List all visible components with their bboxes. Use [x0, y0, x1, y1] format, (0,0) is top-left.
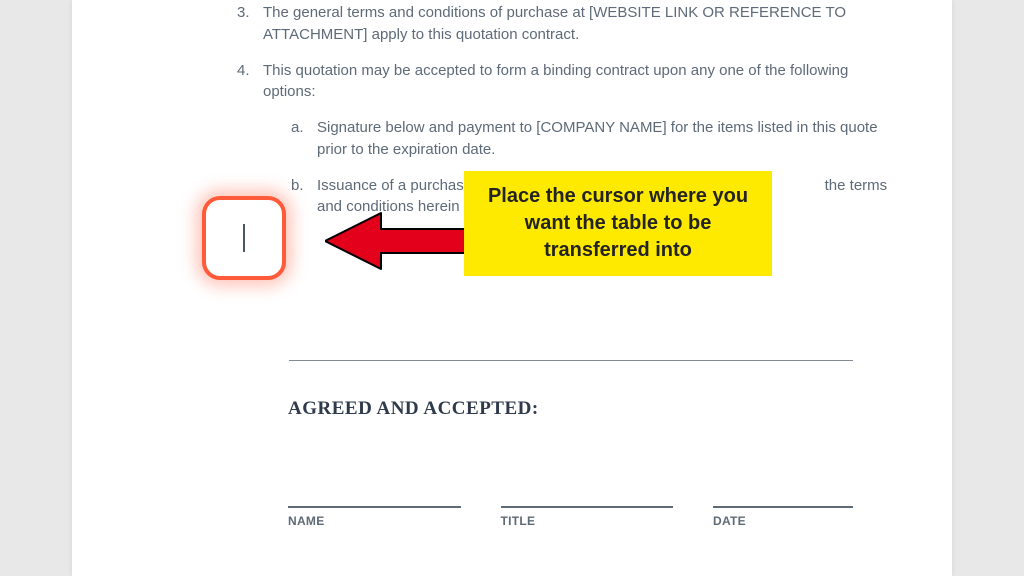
signature-label: DATE	[713, 514, 853, 528]
signature-date-field[interactable]: DATE	[713, 506, 853, 528]
agreed-heading: AGREED AND ACCEPTED:	[288, 398, 853, 420]
text-cursor-icon	[243, 224, 245, 252]
document-page[interactable]: 3. The general terms and conditions of p…	[72, 0, 952, 576]
list-item-4-text: This quotation may be accepted to form a…	[263, 62, 848, 101]
list-text: The general terms and conditions of purc…	[263, 2, 892, 46]
list-marker: 3.	[237, 2, 263, 46]
sub-marker: a.	[291, 117, 317, 161]
callout-text: Place the cursor where you want the tabl…	[488, 185, 748, 261]
signature-label: NAME	[288, 514, 461, 528]
instruction-callout: Place the cursor where you want the tabl…	[464, 171, 772, 276]
signature-line	[713, 506, 853, 508]
signature-label: TITLE	[501, 514, 674, 528]
cursor-highlight-box[interactable]	[202, 196, 286, 280]
signature-line	[288, 506, 461, 508]
agreed-section: AGREED AND ACCEPTED: NAME TITLE DATE	[288, 398, 853, 528]
signature-name-field[interactable]: NAME	[288, 506, 461, 528]
list-item-3: 3. The general terms and conditions of p…	[237, 2, 892, 46]
signature-title-field[interactable]: TITLE	[501, 506, 674, 528]
sub-text: Signature below and payment to [COMPANY …	[317, 117, 892, 161]
signature-line	[501, 506, 674, 508]
signature-row: NAME TITLE DATE	[288, 506, 853, 528]
sub-marker: b.	[291, 175, 317, 219]
arrow-left-icon	[325, 209, 465, 273]
section-divider	[289, 360, 853, 361]
sub-item-a: a. Signature below and payment to [COMPA…	[291, 117, 892, 161]
